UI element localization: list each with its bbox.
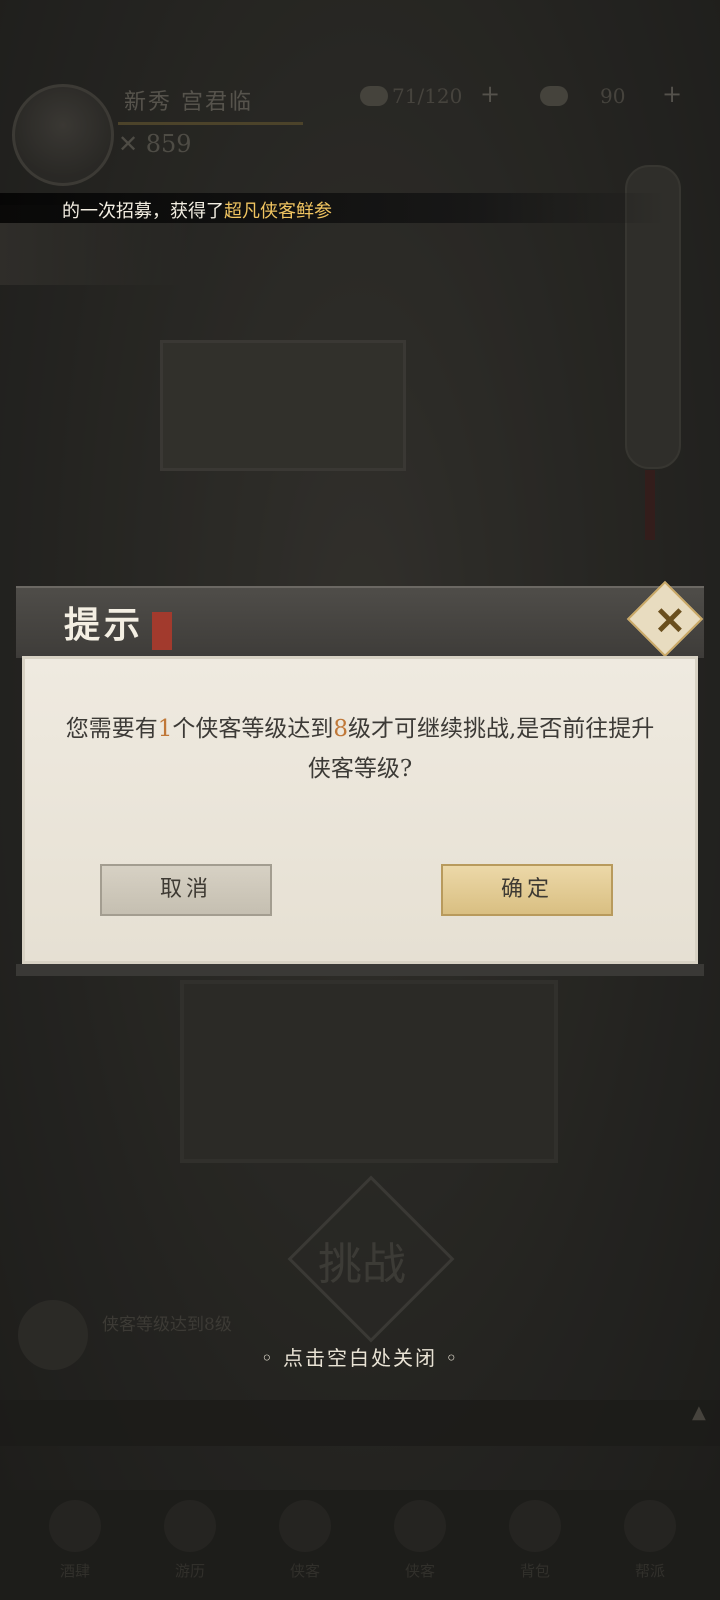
msg-part: 您需要有 xyxy=(65,716,158,742)
close-hint[interactable]: ◦ 点击空白处关闭 ◦ xyxy=(0,1342,720,1371)
dialog-message: 您需要有1个侠客等级达到8级才可继续挑战,是否前往提升侠客等级? xyxy=(55,709,665,789)
close-icon[interactable]: ✕ xyxy=(654,598,686,643)
close-hint-text: 点击空白处关闭 xyxy=(283,1346,437,1370)
confirm-button[interactable]: 确定 xyxy=(441,864,613,916)
recruit-banner-text: 的一次招募，获得了超凡侠客鲜参 xyxy=(62,197,332,223)
dialog-bottom-edge xyxy=(16,964,704,976)
msg-part: 级才可继续挑战,是否前往提升侠客等级? xyxy=(307,716,655,782)
msg-part: 个侠客等级达到 xyxy=(172,716,334,742)
msg-level: 8 xyxy=(333,716,348,742)
seal-icon xyxy=(152,612,172,650)
msg-hero-count: 1 xyxy=(157,716,173,742)
cancel-button[interactable]: 取消 xyxy=(100,864,272,916)
dialog-title: 提示 xyxy=(64,604,145,646)
dialog-body: 您需要有1个侠客等级达到8级才可继续挑战,是否前往提升侠客等级? 取消 确定 xyxy=(22,656,698,964)
prompt-dialog: 提示 ✕ 您需要有1个侠客等级达到8级才可继续挑战,是否前往提升侠客等级? 取消… xyxy=(16,580,704,976)
banner-prefix: 的一次招募，获得了 xyxy=(62,201,224,222)
banner-highlight: 超凡侠客鲜参 xyxy=(224,201,332,222)
